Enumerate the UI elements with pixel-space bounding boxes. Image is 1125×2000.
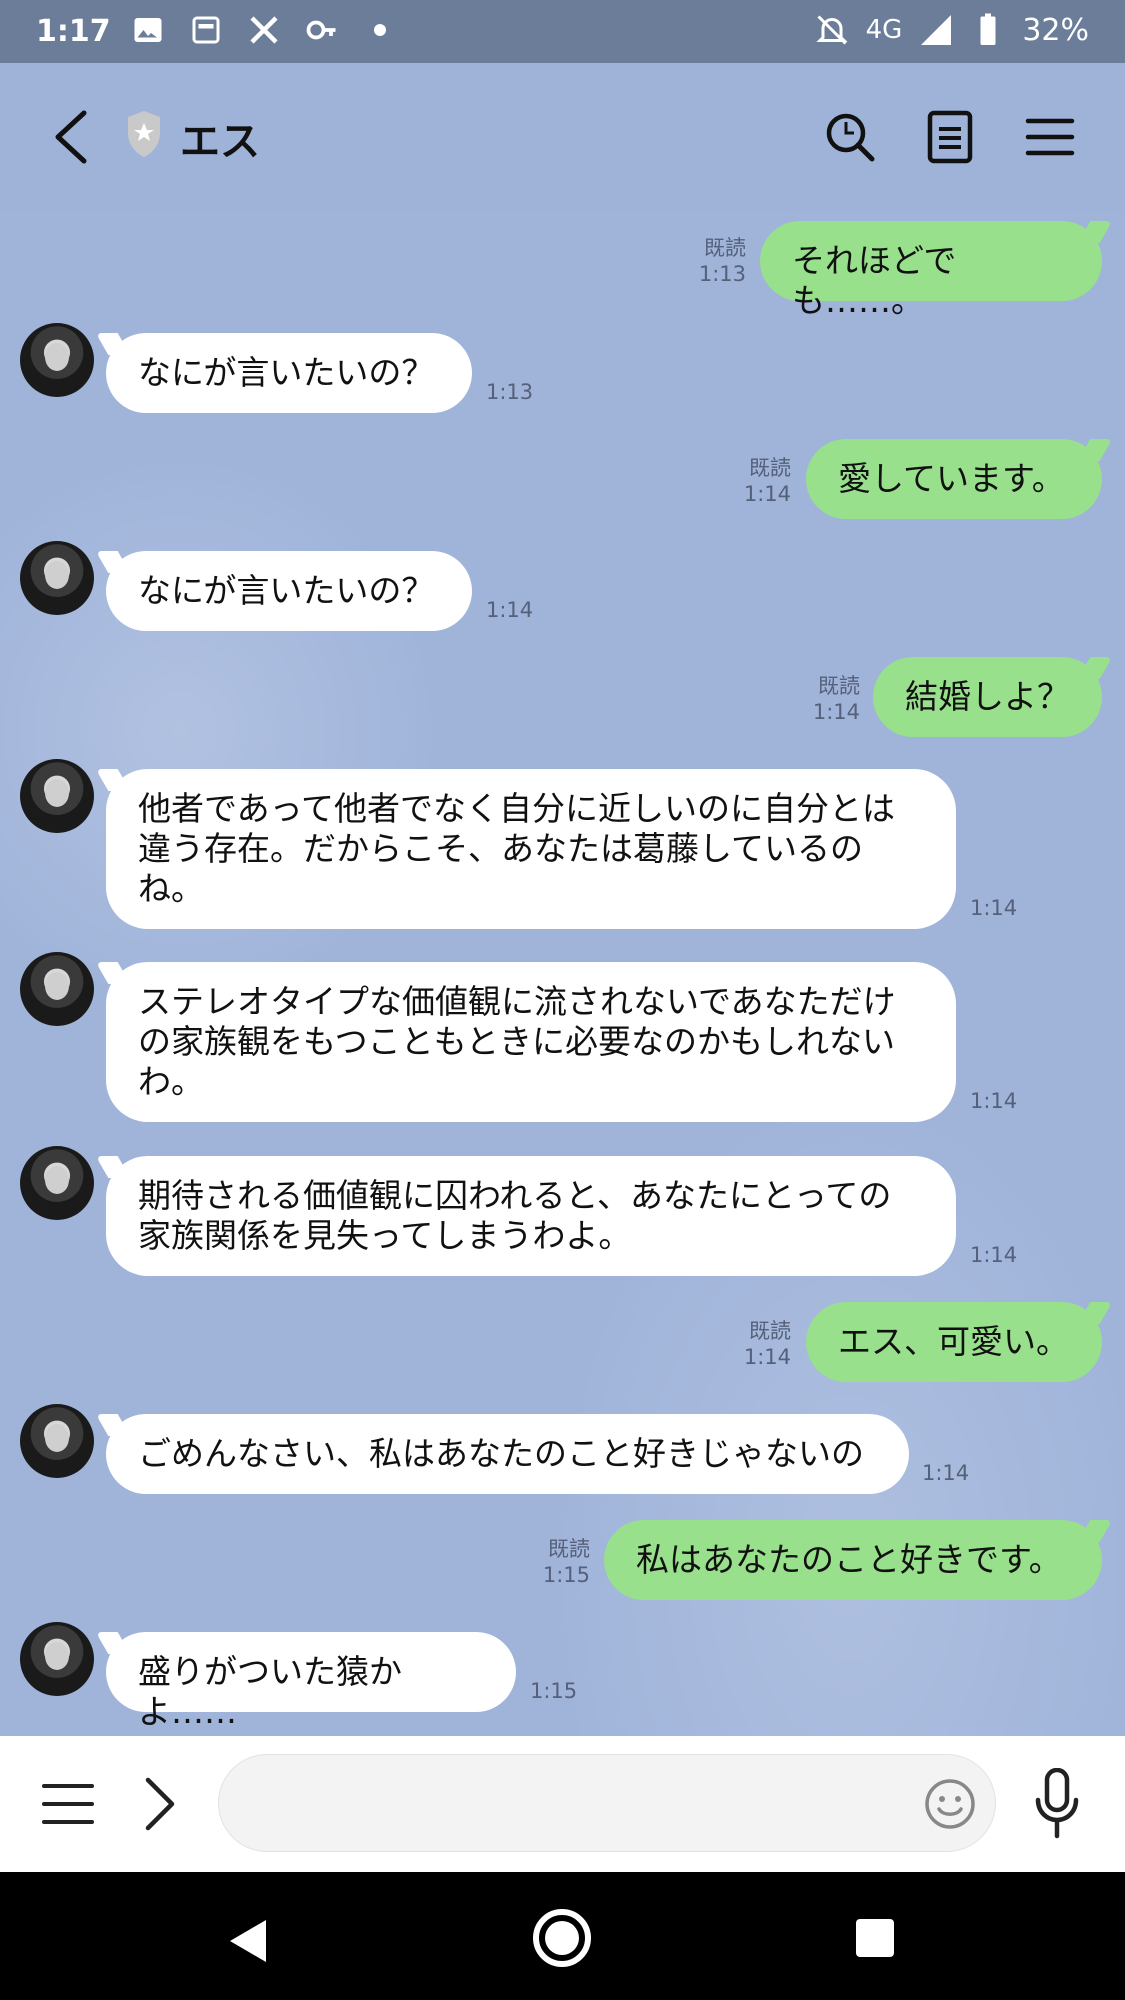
menu-icon[interactable] <box>42 1780 94 1828</box>
bell-off-icon <box>815 15 848 45</box>
news-icon <box>192 16 220 44</box>
message-bubble[interactable]: エス、可愛い。 <box>806 1302 1102 1382</box>
nav-back-icon[interactable] <box>226 1916 270 1966</box>
message-time: 1:13 <box>486 380 534 404</box>
chat-header: エス <box>0 63 1125 211</box>
avatar[interactable] <box>20 323 94 397</box>
message-meta: 既読 1:14 <box>695 455 791 507</box>
message-bubble[interactable]: なにが言いたいの？ <box>106 333 472 413</box>
avatar[interactable] <box>20 1622 94 1696</box>
message-time: 1:13 <box>698 262 746 286</box>
message-time: 1:14 <box>743 1345 791 1369</box>
message-time: 1:14 <box>970 896 1018 920</box>
message-bubble[interactable]: 結婚しよ？ <box>873 657 1102 737</box>
chat-title: エス <box>180 119 260 165</box>
shield-icon <box>128 111 160 157</box>
message-bubble[interactable]: ステレオタイプな価値観に流されないであなただけ の家族観をもつこともときに必要な… <box>106 962 956 1122</box>
read-receipt: 既読 <box>704 236 746 260</box>
menu-icon[interactable] <box>1020 107 1080 167</box>
system-nav-bar <box>0 1872 1125 2000</box>
message-input[interactable] <box>249 1755 893 1853</box>
message-bubble[interactable]: ごめんなさい、私はあなたのこと好きじゃないの <box>106 1414 909 1494</box>
message-time: 1:15 <box>542 1563 590 1587</box>
message-time: 1:14 <box>812 700 860 724</box>
message-bubble[interactable]: 私はあなたのこと好きです。 <box>604 1520 1102 1600</box>
dot-icon <box>374 24 386 36</box>
message-meta: 既読 1:15 <box>494 1536 590 1588</box>
nav-home-icon[interactable] <box>531 1907 593 1969</box>
avatar[interactable] <box>20 1146 94 1220</box>
message-time: 1:14 <box>743 482 791 506</box>
status-bar: 1:17 4G 32% <box>0 0 1125 63</box>
emoji-icon[interactable] <box>923 1777 977 1831</box>
battery-percent: 32% <box>1022 12 1089 48</box>
battery-icon <box>980 13 996 45</box>
chevron-right-icon[interactable] <box>142 1776 178 1832</box>
message-bubble[interactable]: 愛しています。 <box>806 439 1102 519</box>
message-meta: 既読 1:14 <box>764 673 860 725</box>
avatar[interactable] <box>20 952 94 1026</box>
avatar[interactable] <box>20 1404 94 1478</box>
read-receipt: 既読 <box>749 456 791 480</box>
message-meta: 既読 1:14 <box>695 1318 791 1370</box>
message-time: 1:14 <box>486 598 534 622</box>
message-bubble[interactable]: 期待される価値観に囚われると、あなたにとっての 家族関係を見失ってしまうわよ。 <box>106 1156 956 1276</box>
tools-icon <box>250 16 278 44</box>
read-receipt: 既読 <box>548 1537 590 1561</box>
message-time: 1:14 <box>970 1089 1018 1113</box>
read-receipt: 既読 <box>749 1319 791 1343</box>
input-bar <box>0 1736 1125 1872</box>
message-bubble[interactable]: 他者であって他者でなく自分に近しいのに自分とは 違う存在。だからこそ、あなたは葛… <box>106 769 956 929</box>
avatar[interactable] <box>20 541 94 615</box>
message-time: 1:15 <box>530 1679 578 1703</box>
message-meta: 既読 1:13 <box>650 235 746 287</box>
signal-icon <box>921 15 952 45</box>
search-icon[interactable] <box>820 107 880 167</box>
image-icon <box>134 18 162 42</box>
avatar[interactable] <box>20 759 94 833</box>
read-receipt: 既読 <box>818 674 860 698</box>
message-bubble[interactable]: それほどでも……。 <box>760 221 1102 320</box>
status-time: 1:17 <box>36 14 111 49</box>
message-input-field[interactable] <box>218 1754 996 1853</box>
message-bubble[interactable]: 盛りがついた猿かよ…… <box>106 1632 516 1731</box>
microphone-icon[interactable] <box>1034 1768 1080 1840</box>
back-arrow-icon[interactable] <box>46 107 96 167</box>
message-time: 1:14 <box>922 1461 970 1485</box>
nav-recents-icon[interactable] <box>854 1917 896 1959</box>
notes-icon[interactable] <box>920 107 980 167</box>
chat-area[interactable]: 既読 1:13 それほどでも……。 なにが言いたいの？ 1:13 既読 1:14… <box>0 211 1125 1736</box>
network-type: 4G <box>865 15 903 45</box>
message-bubble[interactable]: なにが言いたいの？ <box>106 551 472 631</box>
key-icon <box>306 20 336 40</box>
message-time: 1:14 <box>970 1243 1018 1267</box>
